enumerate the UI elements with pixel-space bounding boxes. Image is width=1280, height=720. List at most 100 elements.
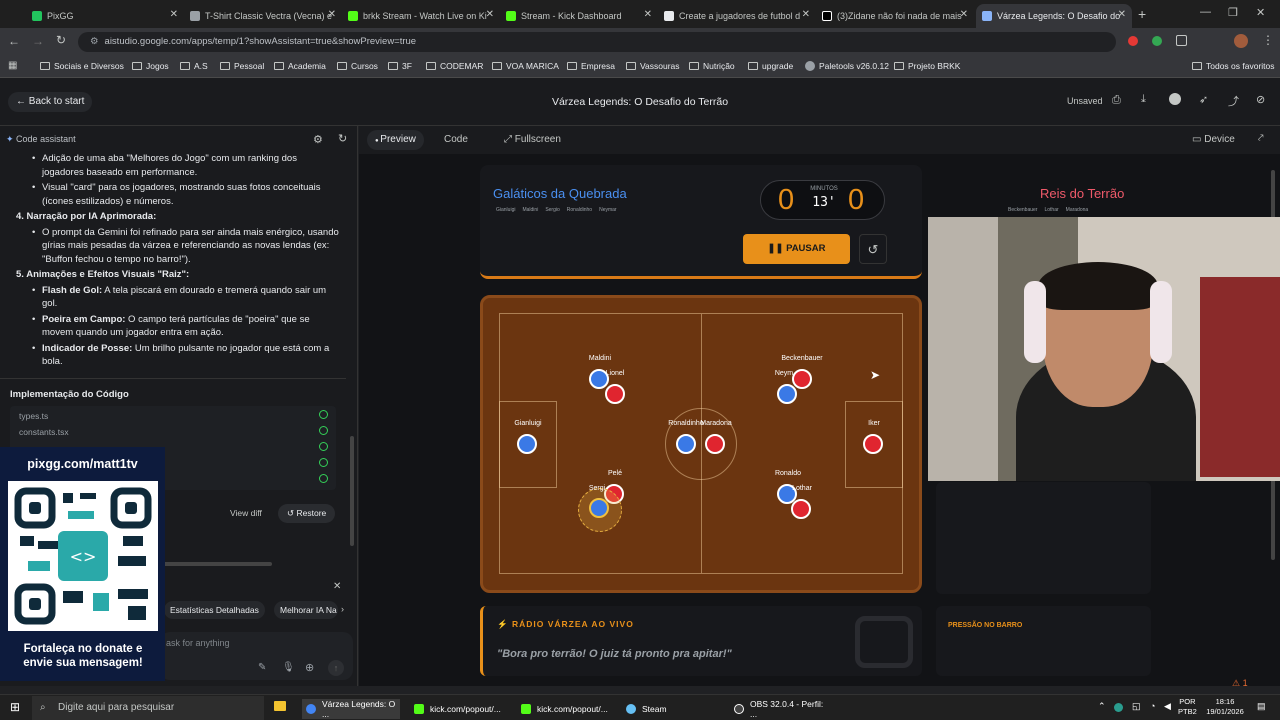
back-arrow-icon[interactable]: ← xyxy=(8,34,20,48)
close-window-icon[interactable]: ✕ xyxy=(1256,6,1265,19)
tab-code[interactable]: Code xyxy=(444,134,468,145)
save-icon[interactable]: ⎙ xyxy=(1112,94,1121,107)
player-home-neymar[interactable] xyxy=(777,384,797,404)
volume-icon[interactable]: ◀ xyxy=(1164,701,1171,712)
apps-grid-icon[interactable]: ▦ xyxy=(8,60,17,71)
close-icon[interactable]: ✕ xyxy=(802,9,810,20)
player-away-iker[interactable] xyxy=(863,434,883,454)
view-diff-button[interactable]: View diff xyxy=(230,508,262,518)
all-bookmarks[interactable]: Todos os favoritos xyxy=(1192,61,1275,71)
horizontal-scrollbar[interactable] xyxy=(160,562,272,566)
bookmark-folder[interactable]: VOA MARICA xyxy=(492,61,559,71)
tab-kick-dashboard[interactable]: Stream - Kick Dashboard ✕ xyxy=(500,4,658,28)
magic-wand-icon[interactable]: ✎ xyxy=(258,662,266,673)
player-away-beckenbauer[interactable] xyxy=(792,369,812,389)
taskbar-app-kick[interactable]: kick.com/popout/... xyxy=(517,699,615,719)
extensions-puzzle-icon[interactable] xyxy=(1176,35,1187,46)
microphone-icon[interactable]: 🎙 xyxy=(282,662,295,673)
file-item[interactable]: constants.tsx xyxy=(19,427,69,437)
download-icon[interactable]: ⤓ xyxy=(1141,93,1146,106)
close-icon[interactable]: ✕ xyxy=(486,9,494,20)
settings-gear-icon[interactable]: ⚙ xyxy=(313,133,323,146)
tab-zidane[interactable]: (3)Zidane não foi nada de mais ✕ xyxy=(816,4,974,28)
taskbar-app-kick[interactable]: kick.com/popout/... xyxy=(410,699,508,719)
close-icon[interactable]: ✕ xyxy=(328,9,336,20)
suggestion-chip[interactable]: Estatísticas Detalhadas xyxy=(164,601,265,619)
tab-create-jugadores[interactable]: Create a jugadores de futbol d ✕ xyxy=(658,4,816,28)
profile-avatar[interactable] xyxy=(1234,34,1248,48)
reload-icon[interactable]: ↻ xyxy=(56,33,66,47)
taskbar-app-steam[interactable]: Steam xyxy=(622,699,720,719)
player-home-ronaldinho[interactable] xyxy=(676,434,696,454)
prompt-input[interactable]: ask for anything xyxy=(166,638,230,648)
close-icon[interactable]: ✕ xyxy=(170,9,178,20)
bookmark-folder[interactable]: 3F xyxy=(388,61,412,71)
wifi-icon[interactable]: ◔ xyxy=(1150,701,1155,711)
player-home-gianluigi[interactable] xyxy=(517,434,537,454)
close-icon[interactable]: ✕ xyxy=(1118,9,1126,20)
player-home-sergio[interactable] xyxy=(589,498,609,518)
player-away-maradona[interactable] xyxy=(705,434,725,454)
tab-varzea-legends[interactable]: Várzea Legends: O Desafio do ✕ xyxy=(976,4,1132,28)
bookmark-folder[interactable]: upgrade xyxy=(748,61,793,71)
restore-button[interactable]: ↺ Restore xyxy=(278,504,336,523)
tab-pixgg[interactable]: PixGG ✕ xyxy=(26,4,184,28)
new-tab-icon[interactable]: + xyxy=(1138,6,1146,22)
player-away-lionel[interactable] xyxy=(605,384,625,404)
bookmark-folder[interactable]: Empresa xyxy=(567,61,615,71)
close-icon[interactable]: ✕ xyxy=(644,9,652,20)
windows-start-icon[interactable]: ⊞ xyxy=(10,700,20,714)
reset-icon[interactable]: ↺ xyxy=(859,234,887,264)
minimize-icon[interactable]: — xyxy=(1200,6,1211,18)
bookmark-folder[interactable]: Academia xyxy=(274,61,326,71)
pause-button[interactable]: ❚❚ PAUSAR xyxy=(743,234,850,264)
bookmark-link[interactable]: Paletools v26.0.12 xyxy=(805,61,889,71)
bookmark-folder[interactable]: CODEMAR xyxy=(426,61,483,71)
clock[interactable]: 18:16 19/01/2026 xyxy=(1200,697,1250,717)
scrollbar[interactable] xyxy=(350,436,354,546)
deploy-rocket-icon[interactable]: ➶ xyxy=(1199,93,1208,106)
taskbar-app-obs[interactable]: OBS 32.0.4 - Perfil: ... xyxy=(730,699,830,719)
url-input[interactable]: ⚙ aistudio.google.com/apps/temp/1?showAss… xyxy=(78,32,1116,52)
extension-icon[interactable] xyxy=(1152,36,1162,46)
restore-window-icon[interactable]: ❐ xyxy=(1228,6,1238,19)
bookmark-folder[interactable]: Nutrição xyxy=(689,61,735,71)
add-circle-icon[interactable]: ⊕ xyxy=(305,661,314,674)
site-info-icon[interactable]: ⚙ xyxy=(90,36,99,47)
tray-icon[interactable] xyxy=(1114,703,1123,712)
player-away-lothar[interactable] xyxy=(791,499,811,519)
close-icon[interactable]: ✕ xyxy=(960,9,968,20)
share-icon[interactable]: ⤴ xyxy=(1228,93,1239,109)
bookmark-folder[interactable]: Pessoal xyxy=(220,61,264,71)
chevron-right-icon[interactable]: › xyxy=(341,604,344,614)
file-item[interactable]: types.ts xyxy=(19,411,48,421)
language-indicator[interactable]: POR PTB2 xyxy=(1178,697,1197,717)
device-button[interactable]: ▭ Device xyxy=(1192,134,1235,145)
menu-kebab-icon[interactable]: ⋮ xyxy=(1262,33,1274,47)
tab-tshirt[interactable]: T-Shirt Classic Vectra (Vecna) e ✕ xyxy=(184,4,342,28)
bookmark-folder[interactable]: Projeto BRKK xyxy=(894,61,960,71)
tab-preview[interactable]: ● Preview xyxy=(367,130,424,150)
prompt-box[interactable]: ask for anything ✎ 🎙 ⊕ ↑ xyxy=(160,632,353,680)
bookmark-folder[interactable]: Vassouras xyxy=(626,61,680,71)
refresh-icon[interactable]: ↻ xyxy=(338,132,347,145)
bookmark-folder[interactable]: Sociais e Diversos xyxy=(40,61,124,71)
taskbar-search-input[interactable]: ⌕ Digite aqui para pesquisar xyxy=(32,696,264,720)
extension-icon[interactable] xyxy=(1128,36,1138,46)
open-new-icon[interactable]: ⤤ xyxy=(1258,133,1264,144)
tab-brkk-stream[interactable]: brkk Stream - Watch Live on Ki ✕ xyxy=(342,4,500,28)
send-arrow-icon[interactable]: ↑ xyxy=(328,660,344,676)
taskbar-app-chrome[interactable]: Várzea Legends: O ... xyxy=(302,699,400,719)
bookmark-folder[interactable]: Jogos xyxy=(132,61,169,71)
bookmark-folder[interactable]: A.S xyxy=(180,61,208,71)
close-icon[interactable]: ✕ xyxy=(333,581,341,592)
hide-panel-icon[interactable]: ⊘ xyxy=(1256,93,1265,106)
file-explorer-icon[interactable] xyxy=(274,701,286,711)
chevron-up-icon[interactable]: ⌃ xyxy=(1098,701,1106,712)
network-icon[interactable]: ◱ xyxy=(1132,701,1141,712)
github-icon[interactable] xyxy=(1169,93,1181,105)
fullscreen-button[interactable]: ⤢ Fullscreen xyxy=(504,134,561,145)
bookmark-folder[interactable]: Cursos xyxy=(337,61,378,71)
forward-arrow-icon[interactable]: → xyxy=(32,34,44,48)
notification-icon[interactable]: ▤ xyxy=(1257,701,1266,712)
